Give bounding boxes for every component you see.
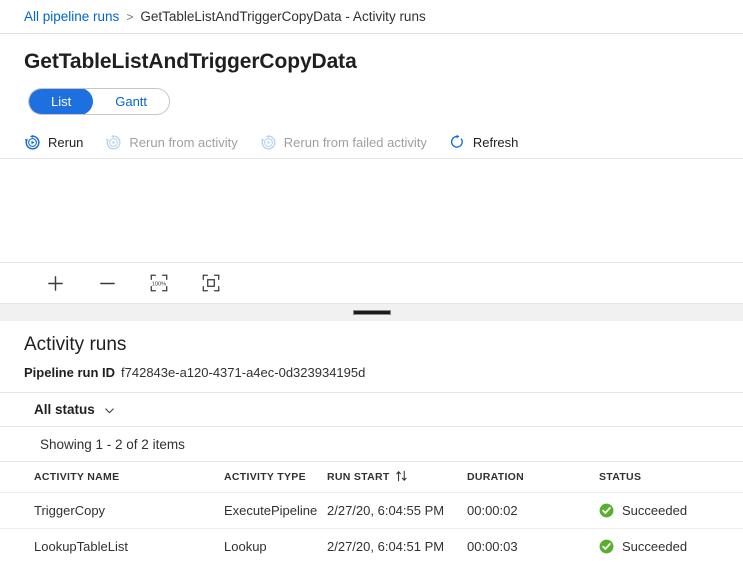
refresh-button[interactable]: Refresh (449, 134, 519, 151)
breadcrumb-link-all-pipeline-runs[interactable]: All pipeline runs (24, 9, 119, 24)
refresh-icon (449, 134, 466, 151)
table-row[interactable]: TriggerCopy ExecutePipeline 2/27/20, 6:0… (0, 493, 743, 529)
column-header-duration[interactable]: DURATION (467, 462, 599, 493)
zoom-out-button[interactable] (96, 272, 118, 294)
showing-count: Showing 1 - 2 of 2 items (0, 426, 743, 461)
pipeline-run-id-label: Pipeline run ID (24, 365, 115, 380)
breadcrumb-separator: > (126, 10, 133, 24)
activity-runs-table: ACTIVITY NAME ACTIVITY TYPE RUN START DU… (0, 461, 743, 565)
cell-activity-type: ExecutePipeline (224, 493, 327, 529)
status-filter[interactable]: All status (0, 392, 743, 426)
page-title: GetTableListAndTriggerCopyData (0, 34, 743, 74)
cell-activity-type: Lookup (224, 529, 327, 565)
rerun-icon (24, 134, 41, 151)
column-header-activity-type[interactable]: ACTIVITY TYPE (224, 462, 327, 493)
rerun-button[interactable]: Rerun (24, 134, 83, 151)
rerun-from-activity-button[interactable]: Rerun from activity (105, 134, 237, 151)
zoom-100-button[interactable]: 100% (148, 272, 170, 294)
column-header-activity-name[interactable]: ACTIVITY NAME (0, 462, 224, 493)
cell-run-start: 2/27/20, 6:04:51 PM (327, 529, 467, 565)
zoom-in-button[interactable] (44, 272, 66, 294)
tab-gantt[interactable]: Gantt (93, 88, 169, 115)
cell-duration: 00:00:02 (467, 493, 599, 529)
panel-splitter[interactable] (0, 303, 743, 321)
rerun-from-failed-activity-label: Rerun from failed activity (284, 135, 427, 150)
status-badge: Succeeded (622, 503, 687, 518)
status-filter-label[interactable]: All status (34, 402, 95, 417)
cell-status: Succeeded (599, 493, 743, 529)
breadcrumb-current: GetTableListAndTriggerCopyData - Activit… (140, 9, 425, 24)
cell-duration: 00:00:03 (467, 529, 599, 565)
rerun-from-failed-activity-button[interactable]: Rerun from failed activity (260, 134, 427, 151)
cell-run-start: 2/27/20, 6:04:55 PM (327, 493, 467, 529)
activity-runs-title: Activity runs (0, 321, 743, 356)
rerun-button-label: Rerun (48, 135, 83, 150)
cell-activity-name: TriggerCopy (0, 493, 224, 529)
status-succeeded-icon (599, 539, 614, 554)
splitter-grip[interactable] (353, 310, 391, 315)
breadcrumb: All pipeline runs > GetTableListAndTrigg… (0, 0, 743, 34)
tab-list[interactable]: List (29, 88, 93, 115)
cell-activity-name: LookupTableList (0, 529, 224, 565)
rerun-from-activity-icon (105, 134, 122, 151)
svg-text:100%: 100% (152, 281, 166, 287)
cell-status: Succeeded (599, 529, 743, 565)
sort-ascending-descending-icon[interactable] (395, 470, 409, 485)
pipeline-run-id-value: f742843e-a120-4371-a4ec-0d323934195d (121, 365, 365, 380)
view-toggle[interactable]: List Gantt (28, 88, 170, 115)
column-header-status[interactable]: STATUS (599, 462, 743, 493)
table-header-row: ACTIVITY NAME ACTIVITY TYPE RUN START DU… (0, 462, 743, 493)
status-badge: Succeeded (622, 539, 687, 554)
table-row[interactable]: LookupTableList Lookup 2/27/20, 6:04:51 … (0, 529, 743, 565)
refresh-button-label: Refresh (473, 135, 519, 150)
chevron-down-icon[interactable] (104, 404, 115, 415)
pipeline-canvas[interactable]: Lookup (0, 159, 743, 262)
status-succeeded-icon (599, 503, 614, 518)
column-header-run-start[interactable]: RUN START (327, 462, 467, 493)
column-header-run-start-label: RUN START (327, 471, 390, 483)
canvas-zoom-controls: 100% (0, 262, 743, 303)
rerun-from-activity-label: Rerun from activity (129, 135, 237, 150)
rerun-from-failed-activity-icon (260, 134, 277, 151)
toolbar: Rerun Rerun from activity Rerun from fai (0, 126, 743, 159)
fit-to-screen-button[interactable] (200, 272, 222, 294)
pipeline-run-id-row: Pipeline run ID f742843e-a120-4371-a4ec-… (0, 356, 743, 380)
